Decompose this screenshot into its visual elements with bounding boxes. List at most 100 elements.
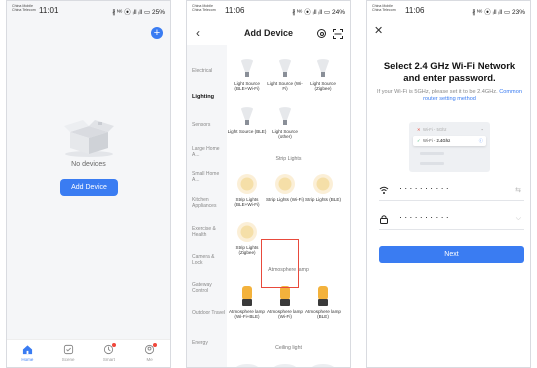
atmosphere-lamp-icon (280, 286, 290, 306)
device-label: Light Source (Zigbee) (310, 81, 336, 92)
device-label: Strip Lights (Wi-Fi) (265, 197, 305, 202)
section-header-strip-lights: Strip Lights (275, 156, 302, 162)
strip-light-icon (237, 222, 257, 242)
empty-box-icon (64, 120, 114, 157)
status-bar: China Mobile China Telecom 11:01 ∦ ᴺ⁶ ⦿ … (7, 1, 170, 21)
category-item[interactable]: Small Home A... (192, 171, 226, 183)
tab-home[interactable]: Home (7, 340, 48, 367)
add-device-screen: China Mobile China Telecom 11:06 ∦ ᴺ⁶ ⦿ … (186, 0, 351, 368)
chevron-down-icon[interactable]: ⌵ (516, 215, 521, 223)
status-bar: China Mobile China Telecom 11:06 ∦ ᴺ⁶ ⦿ … (187, 1, 350, 21)
device-label: Atmosphere lamp (Wi-Fi) (266, 309, 303, 320)
wifi-icon (379, 186, 389, 194)
next-button[interactable]: Next (379, 246, 524, 263)
empty-state-text: No devices (71, 161, 106, 168)
wifi-row-24ghz: ✓ Wi-Fi - 2.4Ghz ⓘ (413, 136, 486, 146)
category-item[interactable]: Energy (192, 340, 226, 346)
bulb-icon (241, 59, 253, 77)
bottom-tab-bar: Home Scene Smart Me (7, 339, 170, 367)
bulb-icon (279, 59, 291, 77)
device-tile-selected[interactable]: Atmosphere lamp (Wi-Fi) (265, 285, 305, 320)
status-bar: China Mobile China Telecom 11:06 ∦ ᴺ⁶ ⦿ … (367, 1, 530, 21)
wifi-title: Select 2.4 GHz Wi-Fi Network and enter p… (383, 61, 516, 84)
tab-me[interactable]: Me (129, 340, 170, 367)
category-item[interactable]: Large Home A... (192, 146, 226, 158)
category-item[interactable]: Camera & Lock (192, 254, 226, 266)
bulb-icon (241, 107, 253, 125)
device-label: Strip Lights (BLE) (305, 197, 341, 202)
wifi-subtitle-text: If your Wi-Fi is 5GHz, please set it to … (377, 89, 498, 95)
info-icon: ⓘ (478, 138, 483, 143)
category-item-lighting[interactable]: Lighting (192, 94, 226, 100)
nav-bar: ‹ Add Device (187, 21, 350, 45)
device-label: Light Source (BLE) (227, 129, 267, 134)
scene-icon (63, 344, 73, 355)
home-icon (22, 345, 32, 355)
add-device-button[interactable]: Add Device (60, 179, 118, 196)
device-tile[interactable]: Strip Lights (BLE) (303, 173, 343, 202)
status-icons: ∦ ᴺ⁶ ⦿ ᵢll ᵢll ▭ 24% (291, 9, 345, 16)
carrier-telecom: China Telecom (12, 8, 36, 13)
wifi-ssid-field[interactable]: ·········· ⇆ (379, 181, 524, 201)
wifi-strength-icon: ▪ (481, 127, 484, 132)
device-label: Light Source (other) (272, 129, 298, 140)
device-label: Light Source (Wi-Fi) (267, 81, 303, 92)
category-item[interactable]: Kitchen Appliances (192, 197, 226, 209)
wifi-row-band: 2.4Ghz (436, 138, 451, 143)
tab-label-home: Home (21, 357, 34, 362)
qr-scan-icon[interactable] (333, 29, 343, 39)
wifi-row-label: Wi-Fi - 5Ghz (423, 127, 447, 132)
tab-label-me: Me (146, 357, 153, 362)
tab-scene[interactable]: Scene (48, 340, 89, 367)
wifi-row-prefix: Wi-Fi - (423, 138, 437, 143)
wifi-password-field[interactable]: ·········· ⌵ (379, 210, 524, 230)
selection-highlight (261, 239, 299, 288)
placeholder-line (420, 162, 444, 165)
plus-icon: + (153, 27, 161, 39)
wifi-ssid-value: ·········· (399, 183, 451, 193)
device-tile[interactable]: Light Source (Wi-Fi) (265, 57, 305, 92)
close-button[interactable]: ✕ (374, 24, 383, 37)
bulb-icon (317, 59, 329, 77)
carrier-info: China Mobile China Telecom (12, 4, 36, 12)
wifi-setup-screen: China Mobile China Telecom 11:06 ∦ ᴺ⁶ ⦿ … (366, 0, 531, 368)
carrier-info: China Mobile China Telecom (192, 4, 216, 12)
atmosphere-lamp-icon (318, 286, 328, 306)
device-tile[interactable]: Light Source (other) (265, 105, 305, 140)
category-item[interactable]: Electrical (192, 68, 226, 74)
home-screen: China Mobile China Telecom 11:01 ∦ ᴺ⁶ ⦿ … (6, 0, 171, 368)
screenshot-stage: China Mobile China Telecom 11:01 ∦ ᴺ⁶ ⦿ … (0, 0, 537, 368)
device-tile[interactable]: Light Source (Zigbee) (303, 57, 343, 92)
tab-label-smart: Smart (102, 357, 115, 362)
auto-scan-icon[interactable] (317, 29, 326, 38)
category-sidebar: Electrical Lighting Sensors Large Home A… (187, 45, 227, 367)
tab-smart[interactable]: Smart (89, 340, 130, 367)
ceiling-light-icons (236, 364, 334, 367)
smart-notification-dot (111, 343, 116, 347)
atmosphere-lamp-icon (242, 286, 252, 306)
tab-label-scene: Scene (61, 357, 75, 362)
lock-icon (380, 215, 388, 224)
device-label: Light Source (BLE+Wi-Fi) (234, 81, 260, 92)
clock: 11:01 (39, 6, 59, 15)
device-tile[interactable]: Atmosphere lamp (Wi-Fi+BLE) (227, 285, 267, 320)
strip-light-icon (237, 174, 257, 194)
device-tile[interactable]: Strip Lights (BLE+Wi-Fi) (227, 173, 267, 208)
device-tile[interactable]: Strip Lights (Wi-Fi) (265, 173, 305, 202)
category-item[interactable]: Exercise & Health (192, 226, 226, 238)
bulb-icon (279, 107, 291, 125)
device-tile[interactable]: Light Source (BLE+Wi-Fi) (227, 57, 267, 92)
wifi-subtitle: If your Wi-Fi is 5GHz, please set it to … (377, 89, 522, 103)
swap-icon[interactable]: ⇆ (515, 186, 521, 194)
add-device-plus-button[interactable]: + (151, 27, 163, 39)
clock: 11:06 (405, 6, 425, 15)
device-tile[interactable]: Atmosphere lamp (BLE) (303, 285, 343, 320)
device-label: Atmosphere lamp (Wi-Fi+BLE) (228, 309, 265, 320)
wifi-password-value: ·········· (399, 212, 451, 222)
section-header-ceiling-light: Ceiling light (275, 345, 302, 351)
category-item[interactable]: Outdoor Travel (192, 310, 226, 316)
device-tile[interactable]: Light Source (BLE) (227, 105, 267, 134)
category-item[interactable]: Sensors (192, 122, 226, 128)
category-item[interactable]: Gateway Control (192, 282, 226, 294)
close-icon: ✕ (374, 25, 384, 37)
